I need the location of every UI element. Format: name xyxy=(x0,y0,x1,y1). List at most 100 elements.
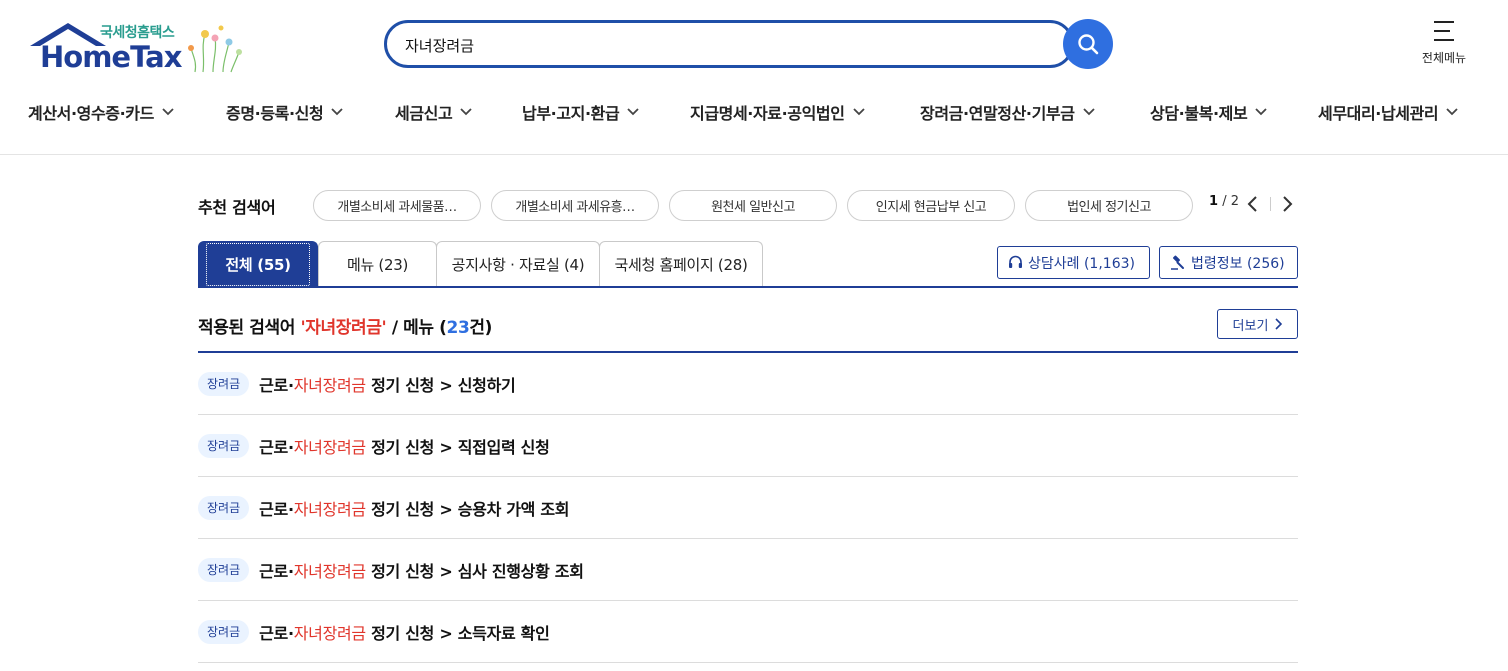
result-link-text: 근로·자녀장려금 정기 신청 > 승용차 가액 조회 xyxy=(259,496,569,520)
result-link-text: 근로·자녀장려금 정기 신청 > 신청하기 xyxy=(259,372,516,396)
pager-divider xyxy=(1270,197,1271,211)
result-title-prefix: 적용된 검색어 xyxy=(198,318,301,338)
category-badge: 장려금 xyxy=(198,433,250,458)
result-row[interactable]: 장려금 근로·자녀장려금 정기 신청 > 심사 진행상황 조회 xyxy=(198,539,1298,601)
result-highlight: 자녀장려금 xyxy=(293,437,366,457)
tabs-underline xyxy=(198,286,1298,288)
category-badge: 장려금 xyxy=(198,557,250,582)
gavel-icon xyxy=(1171,255,1184,270)
more-button-label: 더보기 xyxy=(1232,318,1269,334)
recommended-chip[interactable]: 법인세 정기신고 xyxy=(1025,190,1193,221)
result-path: 정기 신청 > 심사 진행상황 조회 xyxy=(365,561,584,581)
tab-notice[interactable]: 공지사항 · 자료실 (4) xyxy=(436,241,600,287)
result-row[interactable]: 장려금 근로·자녀장려금 정기 신청 > 직접입력 신청 xyxy=(198,415,1298,477)
recommended-chip[interactable]: 인지세 현금납부 신고 xyxy=(847,190,1015,221)
tab-nts-homepage[interactable]: 국세청 홈페이지 (28) xyxy=(599,241,763,287)
global-navigation: 계산서·영수증·카드 증명·등록·신청 세금신고 납부·고지·환급 지급명세·자… xyxy=(0,100,1508,130)
result-prefix: 근로· xyxy=(259,375,294,395)
chevron-left-icon[interactable] xyxy=(1246,195,1260,213)
counsel-cases-button[interactable]: 상담사례 (1,163) xyxy=(997,246,1150,279)
search-box xyxy=(384,20,1074,68)
tab-all[interactable]: 전체 (55) xyxy=(198,241,318,287)
result-prefix: 근로· xyxy=(259,437,294,457)
logo-title: HomeTax xyxy=(40,40,182,74)
result-link-text: 근로·자녀장려금 정기 신청 > 심사 진행상황 조회 xyxy=(259,558,584,582)
result-title-count: 23 xyxy=(446,318,470,338)
law-info-label: 법령정보 (256) xyxy=(1191,255,1285,272)
chevron-down-icon xyxy=(852,108,865,116)
result-highlight: 자녀장려금 xyxy=(293,375,366,395)
site-header: 국세청홈택스 HomeTax 자녀장려금 전체메뉴 계산서·영수증·카드 증명·… xyxy=(0,0,1508,155)
result-row[interactable]: 장려금 근로·자녀장려금 정기 신청 > 신청하기 xyxy=(198,353,1298,415)
gnb-item-payment[interactable]: 납부·고지·환급 xyxy=(522,100,639,124)
gnb-item-consulting[interactable]: 상담·불복·제보 xyxy=(1150,100,1267,124)
result-row[interactable]: 장려금 근로·자녀장려금 정기 신청 > 소득자료 확인 xyxy=(198,601,1298,663)
pager-total: / 2 xyxy=(1222,194,1239,209)
gnb-item-label: 계산서·영수증·카드 xyxy=(28,104,154,123)
result-section-title: 적용된 검색어 '자녀장려금' / 메뉴 (23건) xyxy=(198,313,492,338)
gnb-item-tax-agent[interactable]: 세무대리·납세관리 xyxy=(1318,100,1458,124)
headset-icon xyxy=(1009,255,1022,268)
chevron-down-icon xyxy=(1446,108,1458,116)
result-row[interactable]: 장려금 근로·자녀장려금 정기 신청 > 승용차 가액 조회 xyxy=(198,477,1298,539)
gnb-item-statement[interactable]: 지급명세·자료·공익법인 xyxy=(690,100,865,124)
gnb-item-label: 세무대리·납세관리 xyxy=(1318,104,1439,123)
more-button[interactable]: 더보기 xyxy=(1217,309,1298,339)
result-path: 정기 신청 > 신청하기 xyxy=(365,375,516,395)
chevron-down-icon xyxy=(1082,108,1095,116)
gnb-item-tax-return[interactable]: 세금신고 xyxy=(395,100,472,124)
result-path: 정기 신청 > 승용차 가액 조회 xyxy=(365,499,570,519)
recommended-pager: 1 / 2 xyxy=(1209,194,1239,209)
gnb-item-label: 증명·등록·신청 xyxy=(226,104,324,123)
category-badge: 장려금 xyxy=(198,495,250,520)
flower-decoration-icon xyxy=(188,25,242,73)
all-menu-label: 전체메뉴 xyxy=(1421,51,1467,65)
counsel-cases-label: 상담사례 (1,163) xyxy=(1028,255,1135,272)
recommended-chip[interactable]: 원천세 일반신고 xyxy=(669,190,837,221)
recommended-chip[interactable]: 개별소비세 과세물품… xyxy=(313,190,481,221)
result-link-text: 근로·자녀장려금 정기 신청 > 소득자료 확인 xyxy=(259,620,550,644)
tab-label: 공지사항 · 자료실 (4) xyxy=(451,256,585,274)
result-title-keyword: '자녀장려금' xyxy=(300,318,387,338)
gnb-item-label: 세금신고 xyxy=(395,104,453,123)
category-badge: 장려금 xyxy=(198,371,250,396)
logo-subtitle: 국세청홈택스 xyxy=(100,25,175,41)
gnb-item-incentive[interactable]: 장려금·연말정산·기부금 xyxy=(920,100,1095,124)
result-path: 정기 신청 > 직접입력 신청 xyxy=(365,437,550,457)
search-icon xyxy=(1078,34,1099,55)
result-prefix: 근로· xyxy=(259,623,294,643)
recommended-chip[interactable]: 개별소비세 과세유흥… xyxy=(491,190,659,221)
tab-menu[interactable]: 메뉴 (23) xyxy=(318,241,437,287)
gnb-item-label: 장려금·연말정산·기부금 xyxy=(920,104,1075,123)
chevron-down-icon xyxy=(460,108,472,116)
hometax-logo[interactable]: 국세청홈택스 HomeTax xyxy=(28,20,243,74)
tab-label: 메뉴 (23) xyxy=(346,256,409,274)
tab-label: 전체 (55) xyxy=(206,243,310,286)
gnb-item-invoice[interactable]: 계산서·영수증·카드 xyxy=(28,100,174,124)
chevron-down-icon xyxy=(627,108,639,116)
gnb-item-certificate[interactable]: 증명·등록·신청 xyxy=(226,100,343,124)
chevron-right-icon xyxy=(1275,318,1283,330)
result-title-middle: / 메뉴 ( xyxy=(386,318,447,338)
chevron-down-icon xyxy=(162,108,174,116)
all-menu-button[interactable]: 전체메뉴 xyxy=(1412,20,1476,72)
search-button[interactable] xyxy=(1063,19,1113,69)
result-prefix: 근로· xyxy=(259,499,294,519)
gnb-item-label: 지급명세·자료·공익법인 xyxy=(690,104,845,123)
result-highlight: 자녀장려금 xyxy=(293,561,366,581)
search-input[interactable] xyxy=(405,32,1045,58)
gnb-item-label: 납부·고지·환급 xyxy=(522,104,620,123)
chevron-down-icon xyxy=(331,108,343,116)
chevron-right-icon[interactable] xyxy=(1280,195,1294,213)
result-highlight: 자녀장려금 xyxy=(293,499,366,519)
tab-label: 국세청 홈페이지 (28) xyxy=(614,256,748,274)
category-badge: 장려금 xyxy=(198,619,250,644)
chevron-down-icon xyxy=(1255,108,1267,116)
result-highlight: 자녀장려금 xyxy=(293,623,366,643)
result-prefix: 근로· xyxy=(259,561,294,581)
recommended-search-label: 추천 검색어 xyxy=(198,198,276,217)
result-path: 정기 신청 > 소득자료 확인 xyxy=(365,623,550,643)
result-link-text: 근로·자녀장려금 정기 신청 > 직접입력 신청 xyxy=(259,434,550,458)
hamburger-icon xyxy=(1434,21,1454,41)
law-info-button[interactable]: 법령정보 (256) xyxy=(1159,246,1298,279)
